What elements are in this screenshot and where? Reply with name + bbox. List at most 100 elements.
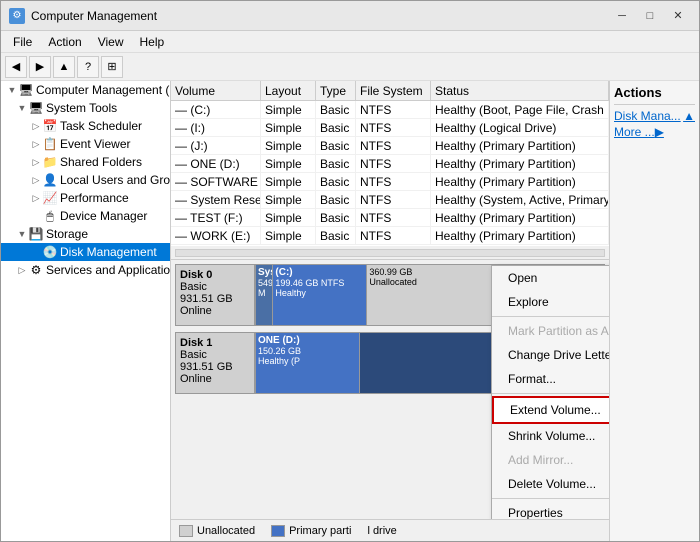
- cell-type-3: Basic: [316, 155, 356, 172]
- ctx-open[interactable]: Open: [492, 266, 609, 290]
- cell-type-6: Basic: [316, 209, 356, 226]
- expand-icon-shared: ▷: [29, 155, 43, 169]
- legend-label-unallocated: Unallocated: [197, 525, 255, 537]
- disk1-partition-1[interactable]: [360, 333, 499, 393]
- sidebar-item-storage[interactable]: ▼ 💾 Storage: [1, 225, 170, 243]
- cell-volume-5: — System Reserved: [171, 191, 261, 208]
- col-header-filesystem: File System: [356, 81, 431, 100]
- horizontal-scrollbar[interactable]: [175, 249, 605, 257]
- status-drive-text: l drive: [367, 525, 396, 537]
- cell-type-2: Basic: [316, 137, 356, 154]
- actions-expand-icon: ▲: [683, 109, 695, 123]
- part-status: Healthy (P: [258, 356, 357, 366]
- sidebar-item-shared-folders[interactable]: ▷ 📁 Shared Folders: [1, 153, 170, 171]
- table-row[interactable]: — System Reserved Simple Basic NTFS Heal…: [171, 191, 609, 209]
- disk0-size: 931.51 GB: [180, 293, 250, 305]
- cell-fs-1: NTFS: [356, 119, 431, 136]
- ctx-delete-volume[interactable]: Delete Volume...: [492, 472, 609, 496]
- ctx-separator-1: [492, 316, 609, 317]
- cell-layout-4: Simple: [261, 173, 316, 190]
- ctx-properties[interactable]: Properties: [492, 501, 609, 519]
- table-row[interactable]: — TEST (F:) Simple Basic NTFS Healthy (P…: [171, 209, 609, 227]
- sidebar-item-task-scheduler[interactable]: ▷ 📅 Task Scheduler: [1, 117, 170, 135]
- title-bar: ⚙ Computer Management ─ □ ✕: [1, 1, 699, 31]
- table-row[interactable]: — WORK (E:) Simple Basic NTFS Healthy (P…: [171, 227, 609, 245]
- close-button[interactable]: ✕: [665, 6, 691, 26]
- sidebar-item-performance[interactable]: ▷ 📈 Performance: [1, 189, 170, 207]
- disk-table: — (C:) Simple Basic NTFS Healthy (Boot, …: [171, 101, 609, 246]
- cell-layout-3: Simple: [261, 155, 316, 172]
- cell-status-6: Healthy (Primary Partition): [431, 209, 609, 226]
- table-row[interactable]: — (J:) Simple Basic NTFS Healthy (Primar…: [171, 137, 609, 155]
- main-content: ▼ 🖥 Computer Management (Local ▼ 🖥 Syste…: [1, 81, 699, 541]
- menu-view[interactable]: View: [90, 33, 132, 51]
- sidebar-device-manager-label: Device Manager: [60, 209, 147, 223]
- app-icon: ⚙: [9, 8, 25, 24]
- cell-volume-2: — (J:): [171, 137, 261, 154]
- table-row[interactable]: — (I:) Simple Basic NTFS Healthy (Logica…: [171, 119, 609, 137]
- window-title: Computer Management: [31, 9, 609, 23]
- table-row[interactable]: — SOFTWARE (G:) Simple Basic NTFS Health…: [171, 173, 609, 191]
- ctx-mark-active: Mark Partition as Active: [492, 319, 609, 343]
- device-manager-icon: 🖱: [43, 209, 57, 223]
- menu-action[interactable]: Action: [40, 33, 89, 51]
- ctx-extend-volume[interactable]: Extend Volume...: [492, 396, 609, 424]
- expand-icon-task: ▷: [29, 119, 43, 133]
- view-button[interactable]: ⊞: [101, 56, 123, 78]
- forward-button[interactable]: ▶: [29, 56, 51, 78]
- disk0-partition-0[interactable]: Syster 549 M: [256, 265, 273, 325]
- menu-help[interactable]: Help: [132, 33, 173, 51]
- ctx-explore[interactable]: Explore: [492, 290, 609, 314]
- sidebar-item-root[interactable]: ▼ 🖥 Computer Management (Local: [1, 81, 170, 99]
- actions-section-label: Disk Mana...: [614, 109, 681, 123]
- help-button[interactable]: ?: [77, 56, 99, 78]
- cell-layout-1: Simple: [261, 119, 316, 136]
- actions-title: Actions: [614, 85, 695, 105]
- disk0-partition-2[interactable]: 360.99 GB Unallocated: [367, 265, 499, 325]
- sidebar-item-local-users[interactable]: ▷ 👤 Local Users and Groups: [1, 171, 170, 189]
- expand-icon: ▼: [5, 83, 19, 97]
- part-status: Unallocated: [369, 277, 496, 287]
- ctx-change-letter[interactable]: Change Drive Letter and Paths...: [492, 343, 609, 367]
- col-header-status: Status: [431, 81, 609, 100]
- sidebar-task-scheduler-label: Task Scheduler: [60, 119, 142, 133]
- disk0-partition-1[interactable]: (C:) 199.46 GB NTFS Healthy: [273, 265, 367, 325]
- sidebar-storage-label: Storage: [46, 227, 88, 241]
- cell-fs-6: NTFS: [356, 209, 431, 226]
- table-row[interactable]: — ONE (D:) Simple Basic NTFS Healthy (Pr…: [171, 155, 609, 173]
- menu-file[interactable]: File: [5, 33, 40, 51]
- sidebar-item-event-viewer[interactable]: ▷ 📋 Event Viewer: [1, 135, 170, 153]
- cell-layout-2: Simple: [261, 137, 316, 154]
- sidebar-item-disk-management[interactable]: 💿 Disk Management: [1, 243, 170, 261]
- col-header-type: Type: [316, 81, 356, 100]
- scroll-bar[interactable]: [171, 246, 609, 260]
- window-controls: ─ □ ✕: [609, 6, 691, 26]
- maximize-button[interactable]: □: [637, 6, 663, 26]
- disk1-partition-0[interactable]: ONE (D:) 150.26 GB Healthy (P: [256, 333, 360, 393]
- expand-icon-users: ▷: [29, 173, 43, 187]
- ctx-add-mirror: Add Mirror...: [492, 448, 609, 472]
- ctx-shrink-volume[interactable]: Shrink Volume...: [492, 424, 609, 448]
- up-button[interactable]: ▲: [53, 56, 75, 78]
- expand-icon-device: [29, 209, 43, 223]
- sidebar-item-system-tools[interactable]: ▼ 🖥 System Tools: [1, 99, 170, 117]
- actions-disk-manage[interactable]: Disk Mana... ▲: [614, 109, 695, 123]
- sidebar-item-device-manager[interactable]: 🖱 Device Manager: [1, 207, 170, 225]
- cell-fs-2: NTFS: [356, 137, 431, 154]
- cell-fs-5: NTFS: [356, 191, 431, 208]
- cell-fs-0: NTFS: [356, 101, 431, 118]
- sidebar-item-services-apps[interactable]: ▷ ⚙ Services and Applications: [1, 261, 170, 279]
- expand-icon-disk: [29, 245, 43, 259]
- cell-volume-1: — (I:): [171, 119, 261, 136]
- cell-layout-6: Simple: [261, 209, 316, 226]
- disk-visual-area: Disk 0 Basic 931.51 GB Online Syster 549…: [171, 260, 609, 519]
- cell-layout-5: Simple: [261, 191, 316, 208]
- part-size: 199.46 GB NTFS: [275, 278, 364, 288]
- table-header: Volume Layout Type File System Status: [171, 81, 609, 101]
- back-button[interactable]: ◀: [5, 56, 27, 78]
- ctx-format[interactable]: Format...: [492, 367, 609, 391]
- cell-fs-4: NTFS: [356, 173, 431, 190]
- minimize-button[interactable]: ─: [609, 6, 635, 26]
- actions-more[interactable]: More ... ▶: [614, 125, 695, 139]
- table-row[interactable]: — (C:) Simple Basic NTFS Healthy (Boot, …: [171, 101, 609, 119]
